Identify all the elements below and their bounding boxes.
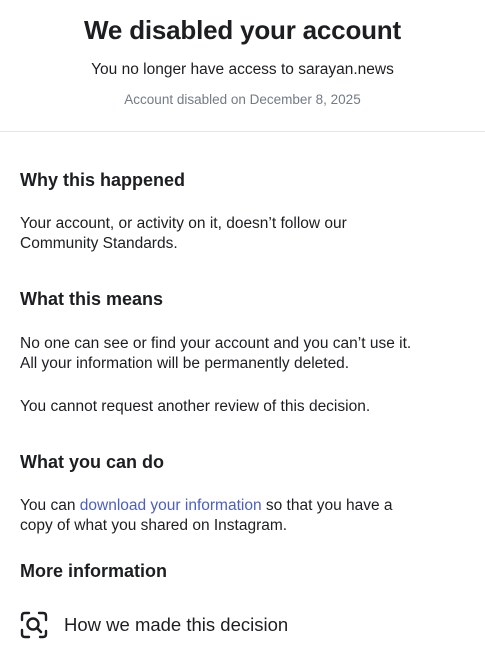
page-title: We disabled your account	[84, 15, 401, 45]
can-do-prefix: You can	[20, 497, 80, 514]
means-body-line-2: All your information will be permanently…	[20, 355, 350, 372]
can-do-body-line-2: copy of what you shared on Instagram.	[20, 517, 288, 534]
disabled-date: Account disabled on December 8, 2025	[124, 92, 361, 107]
means-body-line-1: No one can see or find your account and …	[20, 335, 412, 352]
can-do-section-title: What you can do	[20, 452, 164, 472]
how-we-made-decision-label: How we made this decision	[64, 614, 289, 635]
can-do-suffix: so that you have a	[261, 497, 393, 514]
search-magnify-icon	[20, 611, 48, 639]
page-header: We disabled your account You no longer h…	[0, 0, 485, 132]
means-section-title: What this means	[20, 289, 164, 309]
download-information-link[interactable]: download your information	[80, 497, 262, 514]
why-body-line-2: Community Standards.	[20, 235, 178, 252]
why-section-title: Why this happened	[20, 170, 186, 190]
why-section-body: Your account, or activity on it, doesn’t…	[20, 214, 465, 254]
how-we-made-decision-item[interactable]: How we made this decision	[20, 608, 465, 642]
means-section-body: No one can see or find your account and …	[20, 334, 465, 374]
can-do-body-line-1: You can download your information so tha…	[20, 496, 465, 516]
why-body-line-1: Your account, or activity on it, doesn’t…	[20, 215, 347, 232]
review-note: You cannot request another review of thi…	[20, 398, 371, 415]
more-info-section-title: More information	[20, 561, 167, 581]
can-do-section-body: You can download your information so tha…	[20, 496, 465, 536]
account-access-message: You no longer have access to sarayan.new…	[91, 61, 394, 78]
